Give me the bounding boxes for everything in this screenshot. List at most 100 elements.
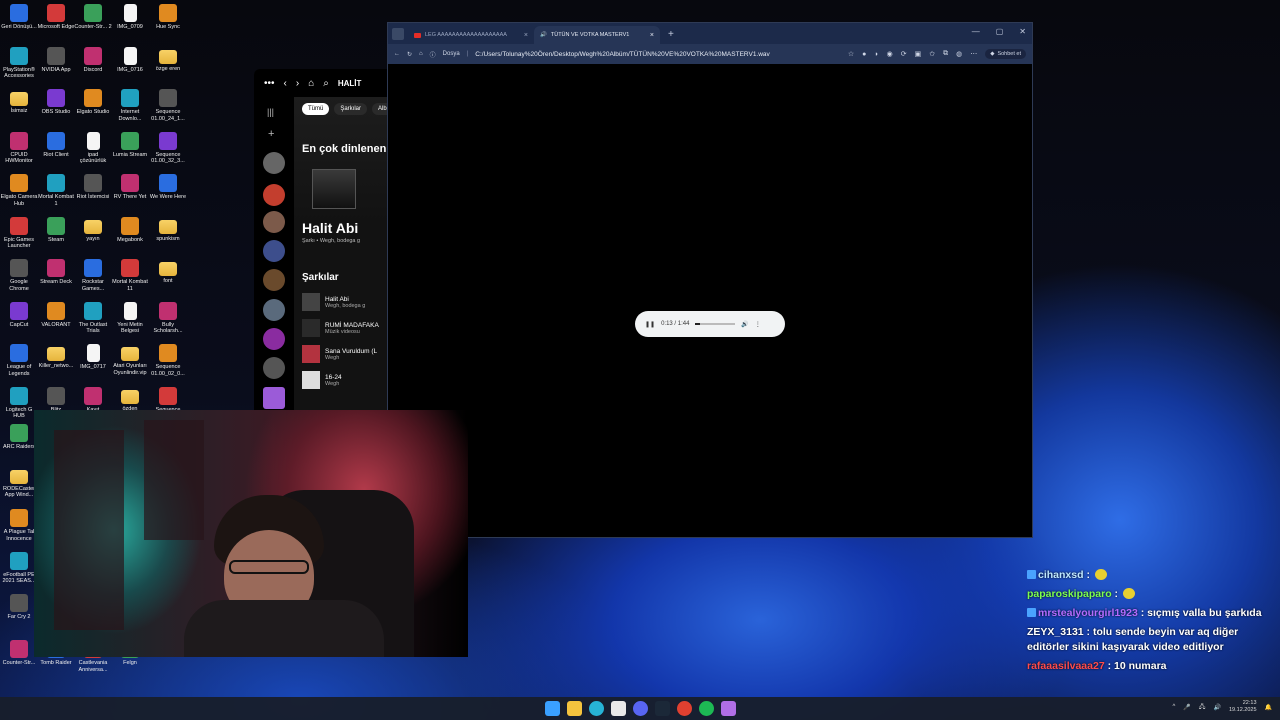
sidebar-avatar[interactable] [263,299,285,321]
song-row[interactable]: RUMİ MADAFAKA Müzik videosu [302,315,390,341]
desktop-icon[interactable]: Counter-Str... [0,640,38,667]
info-icon[interactable]: ⓘ [430,50,436,59]
more-options-icon[interactable]: ⋮ [755,321,761,328]
copilot-chat-button[interactable]: ◆ Sohbet et [985,49,1026,59]
refresh-icon[interactable]: ↻ [407,51,412,58]
desktop-icon[interactable]: OBS Studio [37,89,75,116]
desktop-icon[interactable]: Elgato Camera Hub [0,174,38,207]
read-aloud-icon[interactable]: ◗ [874,51,878,58]
desktop-icon[interactable]: Sequence 01.00_02_0... [149,344,187,377]
minimize-icon[interactable]: — [972,27,980,36]
desktop-icon[interactable]: VALORANT [37,301,75,329]
file-explorer-icon[interactable] [567,701,582,716]
spotify-icon[interactable] [699,701,714,716]
desktop-icon[interactable]: Discord [74,46,112,74]
desktop-icon[interactable]: Killer_netwo... [37,344,75,370]
close-tab-icon[interactable]: × [524,32,528,39]
desktop-icon[interactable]: özge eren [149,47,187,73]
desktop-icon[interactable]: font [149,259,187,285]
desktop-icon[interactable]: Megabonk [111,216,149,244]
sidebar-avatar[interactable] [263,184,285,206]
chip-songs[interactable]: Şarkılar [334,103,368,115]
extension-icon[interactable]: ◉ [887,50,893,58]
desktop-icon[interactable]: Steam [37,216,75,244]
desktop-icon[interactable]: Far Cry 2 [0,594,38,621]
desktop-icon[interactable]: A Plague Tal Innocence [0,509,38,542]
library-icon[interactable]: ||| [267,107,274,117]
desktop-icon[interactable]: Google Chrome [0,259,38,292]
windows-start-icon[interactable] [545,701,560,716]
pause-icon[interactable]: ❚❚ [645,321,655,328]
song-row[interactable]: Sana Vuruldum (L Wegh [302,341,390,367]
extension-icon[interactable]: ● [862,51,866,58]
maximize-icon[interactable]: ▢ [996,27,1004,36]
desktop-icon[interactable]: Rockstar Games... [74,259,112,292]
sidebar-avatar[interactable] [263,357,285,379]
sidebar-avatar[interactable] [263,152,285,174]
desktop-icon[interactable]: Internet Downlo... [111,89,149,122]
desktop-icon[interactable]: Epic Games Launcher [0,216,38,250]
desktop-icon[interactable]: Lumia Stream [111,131,149,159]
microphone-icon[interactable]: 🎤 [1183,704,1190,711]
settings-more-icon[interactable]: ⋯ [970,50,977,58]
new-tab-icon[interactable]: + [668,29,674,40]
desktop-icon[interactable]: NVIDIA App [37,46,75,74]
home-icon[interactable]: ⌂ [308,78,314,89]
desktop-icon[interactable]: Microsoft Edge [37,4,75,31]
desktop-icon[interactable]: Counter-Str... 2 [74,4,112,31]
chip-all[interactable]: Tümü [302,103,330,115]
split-screen-icon[interactable]: ▣ [915,50,922,58]
desktop-icon[interactable]: Hue Sync [149,4,187,31]
desktop-icon[interactable]: Yeni Metin Belgesi [111,301,149,335]
desktop-icon[interactable]: Bully Scholarsh... [149,301,187,335]
song-row[interactable]: 16-24 Wegh [302,367,390,393]
back-icon[interactable]: ← [394,51,400,57]
desktop-icon[interactable]: PlayStation® Accessories [0,46,38,80]
speaker-icon[interactable]: 🔊 [540,32,547,38]
collections-icon[interactable]: ⧉ [943,50,948,58]
sidebar-avatar[interactable] [263,211,285,233]
volume-tray-icon[interactable]: 🔊 [1214,704,1221,711]
search-query[interactable]: HALİT [338,79,362,88]
sidebar-avatar[interactable] [263,328,285,350]
desktop-icon[interactable]: özden [111,387,149,413]
desktop-icon[interactable]: Elgato Studio [74,89,112,116]
top-result-title[interactable]: Halit Abi [302,220,390,236]
desktop-icon[interactable]: yayın [74,217,112,243]
refresh-extension-icon[interactable]: ⟳ [901,50,907,58]
favorites-bar-icon[interactable]: ✩ [929,50,935,58]
edge-icon[interactable] [589,701,604,716]
home-icon[interactable]: ⌂ [419,51,423,57]
chevron-up-icon[interactable]: ^ [1172,704,1175,710]
desktop-icon[interactable]: League of Legends [0,344,38,377]
tab-audio-file[interactable]: 🔊 TÜTÜN VE VOTKA MASTERV1 × [534,26,660,44]
back-arrow-icon[interactable]: ‹ [284,78,287,89]
desktop-icon[interactable]: Sequence 01.00_32_3... [149,131,187,165]
desktop-icon[interactable]: Riot Client [37,131,75,159]
close-tab-icon[interactable]: × [650,32,654,39]
desktop-icon[interactable]: IMG_0709 [111,4,149,31]
liked-songs-icon[interactable] [263,387,285,409]
desktop-icon[interactable]: Geri Dönüşü... [0,4,38,31]
sidebar-avatar[interactable] [263,269,285,291]
more-icon[interactable]: ••• [264,78,275,89]
volume-icon[interactable]: 🔊 [741,321,748,328]
desktop-icon[interactable]: Sequence 01.00_24_1... [149,89,187,122]
forward-arrow-icon[interactable]: › [296,78,299,89]
desktop-icon[interactable]: eFootball PE 2021 SEAS... [0,551,38,585]
notification-icon[interactable]: 🔔 [1265,704,1272,711]
chat-username[interactable]: mrstealyourgirl1923 [1038,607,1138,619]
discord-icon[interactable] [633,701,648,716]
desktop-icon[interactable]: CapCut [0,301,38,329]
desktop-icon[interactable]: Logitech G HUB [0,386,38,420]
notepad-icon[interactable] [611,701,626,716]
desktop-icon[interactable]: Riot İstemcisi [74,174,112,201]
song-row[interactable]: Halit Abi Wegh, bodega g [302,289,390,315]
desktop-icon[interactable]: RV There Yet [111,174,149,201]
steam-icon[interactable] [655,701,670,716]
favorite-icon[interactable]: ☆ [848,50,854,58]
hue-icon[interactable] [721,701,736,716]
desktop-icon[interactable]: IMG_0717 [74,344,112,371]
url-field[interactable]: C:/Users/Tolunay%20Ören/Desktop/Wegh%20A… [475,51,770,58]
desktop-icon[interactable]: IMG_0716 [111,46,149,74]
